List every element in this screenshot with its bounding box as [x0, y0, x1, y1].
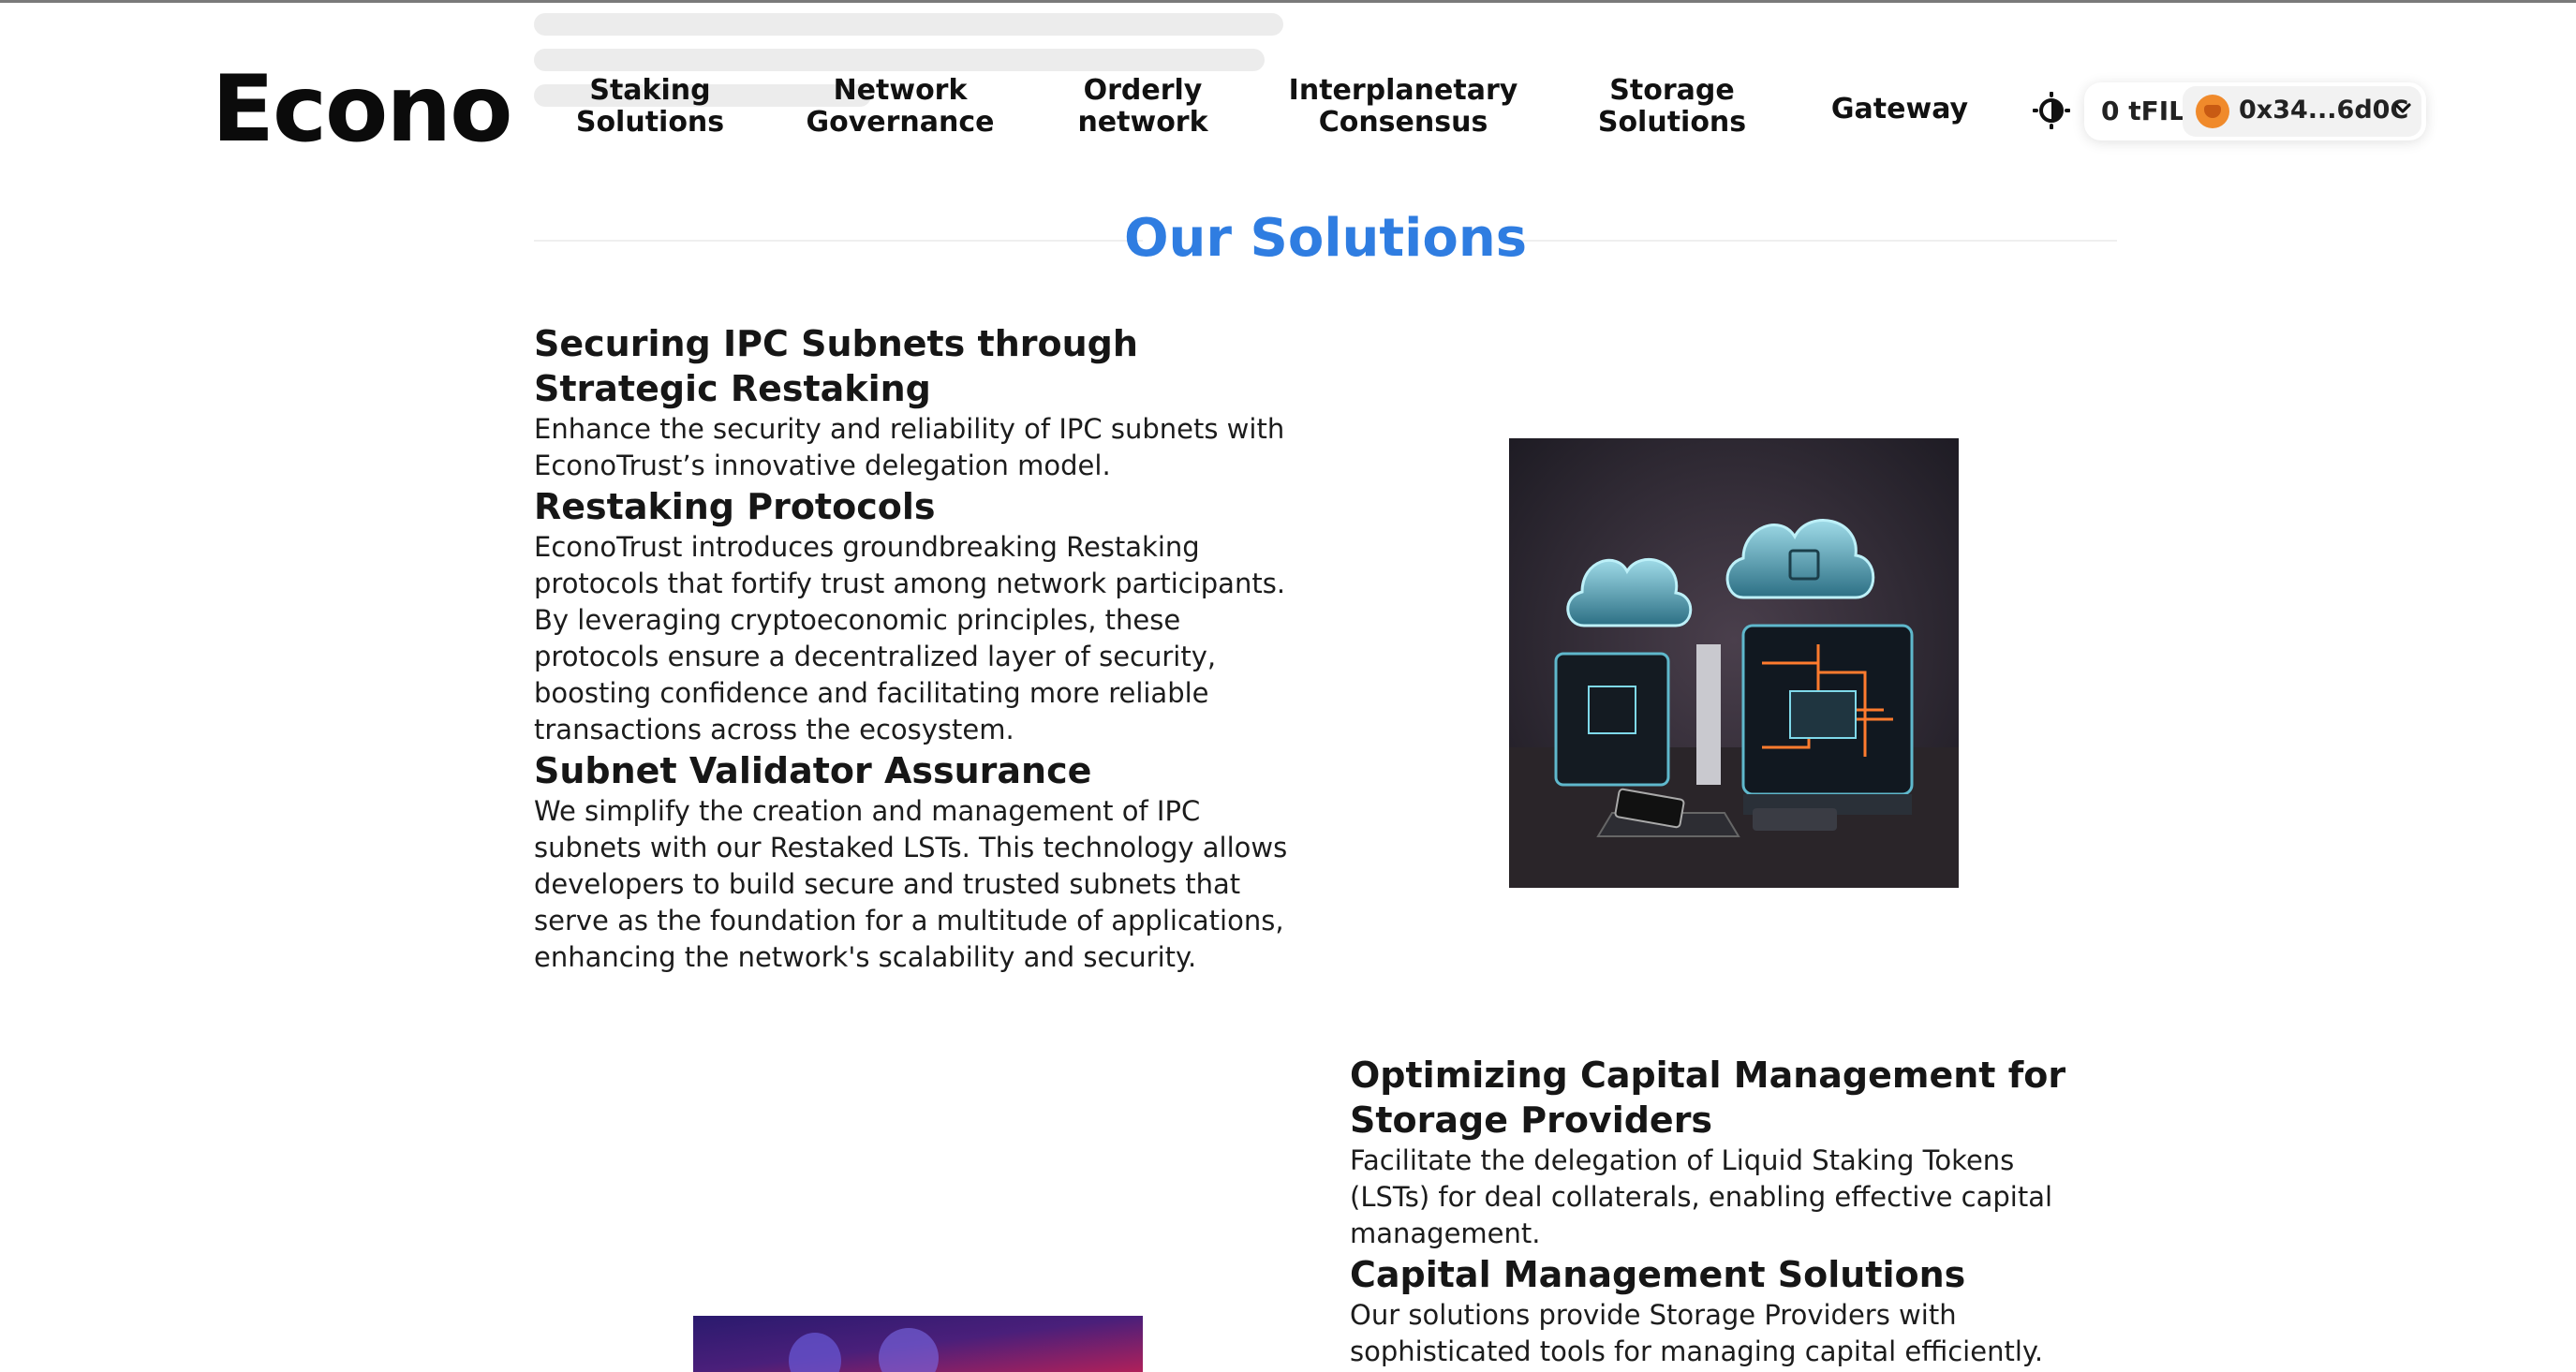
nav-item-interplanetary-consensus[interactable]: Interplanetary Consensus — [1289, 75, 1518, 139]
nav-item-staking-solutions[interactable]: Staking Solutions — [576, 75, 724, 139]
solution-intro: Facilitate the delegation of Liquid Stak… — [1350, 1144, 2053, 1249]
theme-toggle-icon[interactable] — [2033, 92, 2070, 129]
subsection-body: EconoTrust introduces groundbreaking Res… — [534, 531, 1286, 745]
storage-illustration — [693, 1316, 1143, 1372]
section-title: Our Solutions — [1123, 208, 1528, 269]
nav-item-storage-solutions[interactable]: Storage Solutions — [1598, 75, 1746, 139]
solution-ipc-subnets: Securing IPC Subnets through Strategic R… — [534, 321, 1311, 976]
subsection-heading: Capital Management Solutions — [1350, 1254, 1966, 1295]
account-button[interactable]: 0x34...6d0C — [2183, 86, 2421, 137]
cloud-computing-illustration — [1509, 438, 1959, 888]
logo[interactable]: Econo — [212, 49, 512, 170]
subsection-heading: Restaking Protocols — [534, 486, 936, 527]
wallet-widget[interactable]: 0 tFIL 0x34...6d0C — [2084, 82, 2426, 140]
wallet-balance: 0 tFIL — [2101, 96, 2186, 126]
solution-title: Securing IPC Subnets through Strategic R… — [534, 323, 1138, 409]
top-border — [0, 0, 2576, 3]
nav-item-network-governance[interactable]: Network Governance — [806, 75, 994, 139]
wallet-address: 0x34...6d0C — [2239, 96, 2409, 125]
metamask-fox-icon — [2196, 95, 2229, 128]
chevron-down-icon[interactable] — [2392, 97, 2413, 118]
solution-intro: Enhance the security and reliability of … — [534, 413, 1285, 481]
solution-capital-management: Optimizing Capital Management for Storag… — [1350, 1053, 2099, 1370]
subsection-body: We simplify the creation and management … — [534, 795, 1288, 973]
subsection-heading: Subnet Validator Assurance — [534, 750, 1092, 791]
solution-title: Optimizing Capital Management for Storag… — [1350, 1055, 2066, 1141]
nav-item-orderly-network[interactable]: Orderly network — [1077, 75, 1207, 139]
subsection-body: Our solutions provide Storage Providers … — [1350, 1299, 2044, 1367]
nav-item-gateway[interactable]: Gateway — [1831, 94, 1968, 125]
